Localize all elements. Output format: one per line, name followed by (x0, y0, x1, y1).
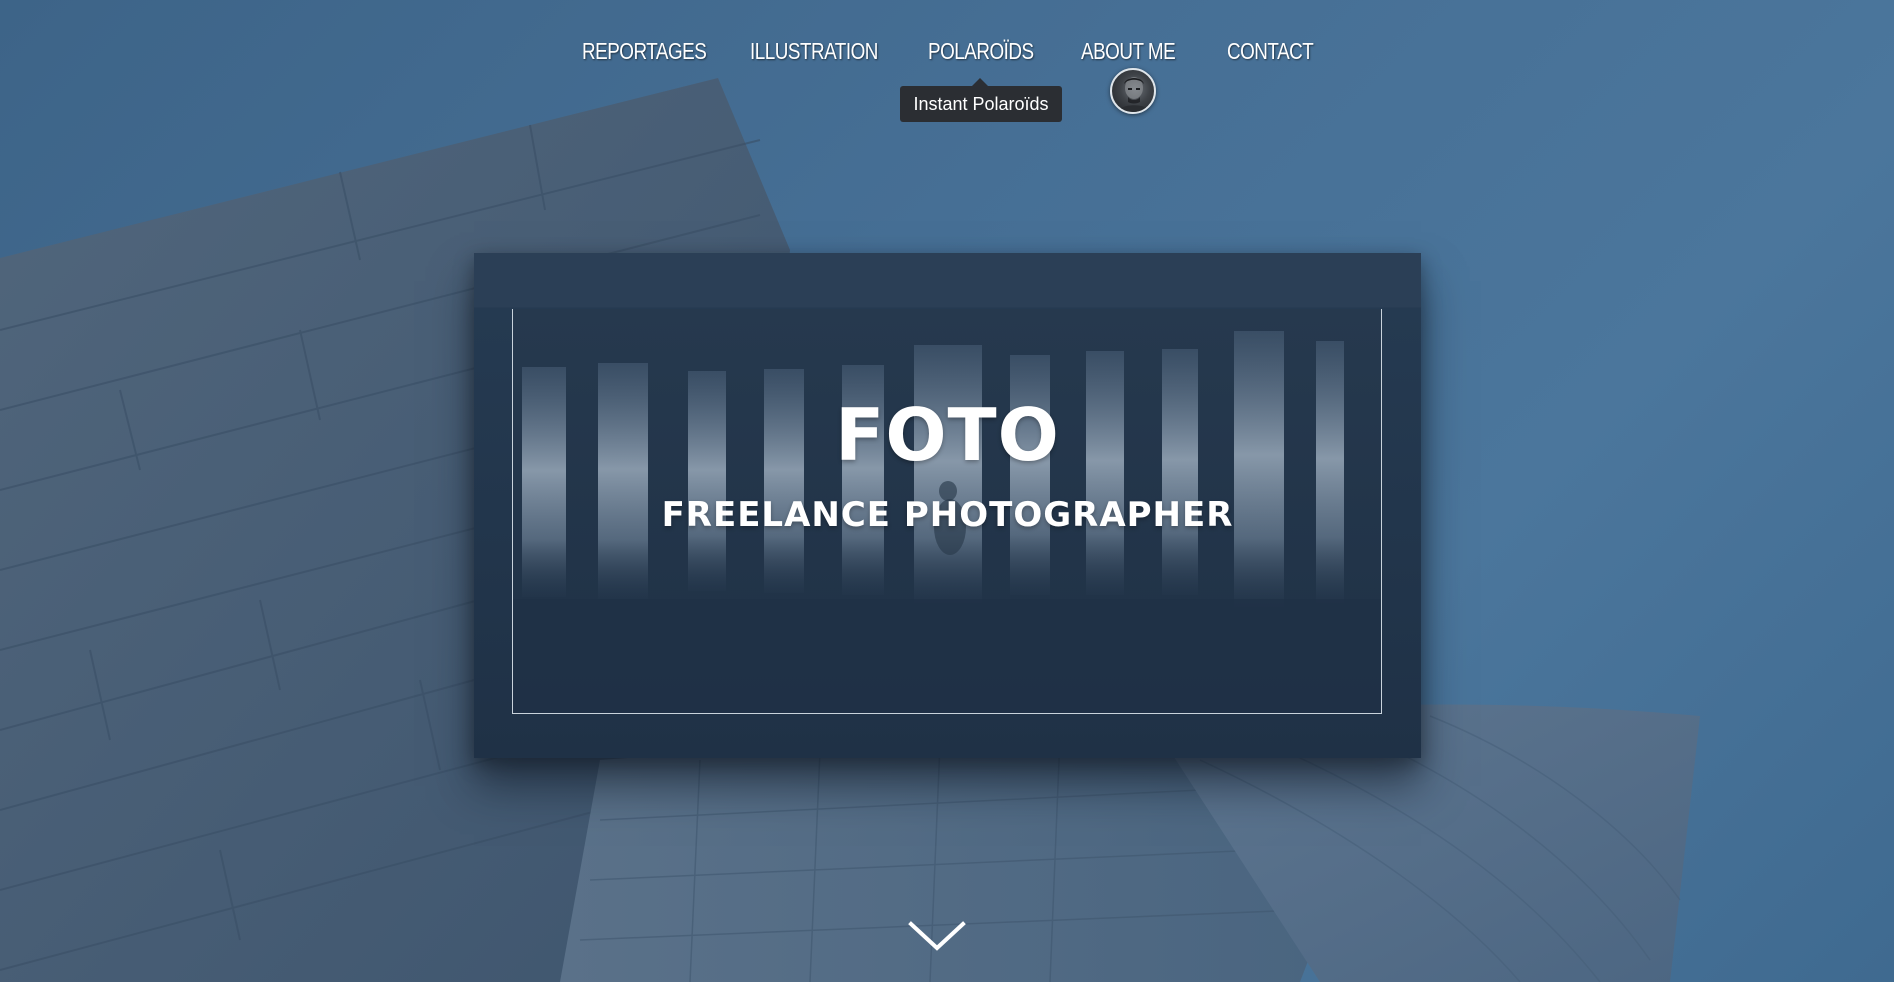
hero-subtitle: FREELANCE PHOTOGRAPHER (661, 495, 1234, 535)
nav-tooltip: Instant Polaroïds (900, 86, 1062, 122)
nav-item-polaroids[interactable]: POLAROÏDS (928, 38, 1034, 65)
hero-title: FOTO (835, 393, 1060, 477)
scroll-down-button[interactable] (907, 918, 967, 954)
hero-card: FOTO FREELANCE PHOTOGRAPHER (474, 253, 1421, 758)
avatar[interactable] (1110, 68, 1156, 114)
main-nav: REPORTAGES ILLUSTRATION POLAROÏDS ABOUT … (0, 38, 1894, 78)
nav-item-reportages[interactable]: REPORTAGES (582, 38, 707, 65)
avatar-portrait-icon (1118, 77, 1150, 112)
nav-item-about-me[interactable]: ABOUT ME (1081, 38, 1176, 65)
tooltip-arrow (972, 78, 988, 86)
page: REPORTAGES ILLUSTRATION POLAROÏDS ABOUT … (0, 0, 1894, 982)
nav-item-illustration[interactable]: ILLUSTRATION (750, 38, 878, 65)
chevron-down-icon (908, 921, 966, 951)
nav-item-contact[interactable]: CONTACT (1227, 38, 1314, 65)
